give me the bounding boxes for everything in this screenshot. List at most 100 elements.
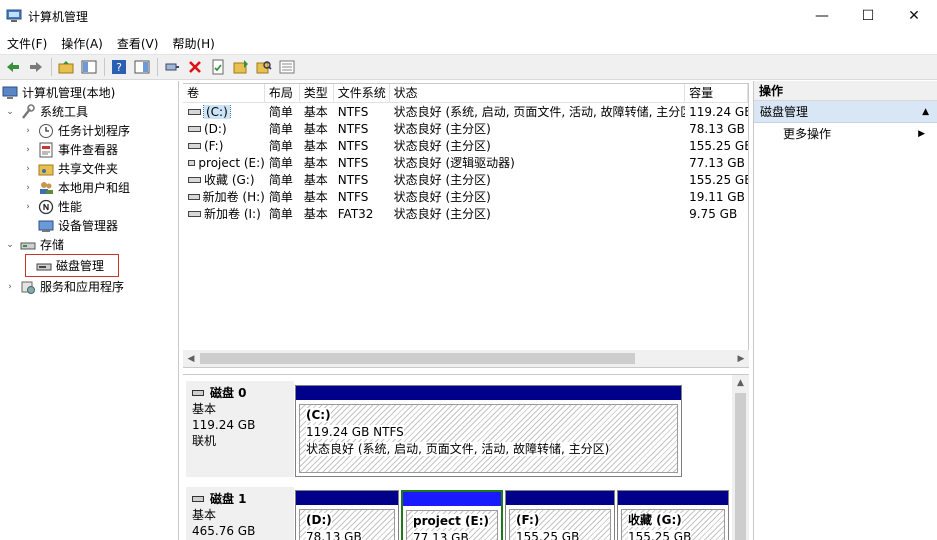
up-folder-icon[interactable]	[55, 56, 77, 78]
maximize-button[interactable]: ☐	[845, 0, 891, 32]
column-header-layout[interactable]: 布局	[265, 84, 300, 102]
partition-d[interactable]: (D:) 78.13 GB NTFS	[295, 490, 399, 540]
volume-capacity: 119.24 GB	[689, 104, 748, 119]
partition-c[interactable]: (C:) 119.24 GB NTFS 状态良好 (系统, 启动, 页面文件, …	[295, 385, 682, 477]
menu-help[interactable]: 帮助(H)	[165, 35, 221, 52]
volume-list: 卷 布局 类型 文件系统 状态 容量 (C:) 简单 基本 NTFS 状态良好 …	[183, 83, 749, 368]
vertical-scrollbar[interactable]: ▲	[732, 375, 749, 540]
performance-icon	[38, 199, 54, 215]
volume-filesystem: NTFS	[337, 121, 369, 136]
table-row[interactable]: 新加卷 (H:) 简单 基本 NTFS 状态良好 (主分区) 19.11 GB	[183, 188, 748, 205]
disk-1-label[interactable]: 磁盘 1 基本 465.76 GB	[186, 487, 294, 540]
search-folder-icon[interactable]	[253, 56, 275, 78]
table-row[interactable]: (C:) 简单 基本 NTFS 状态良好 (系统, 启动, 页面文件, 活动, …	[183, 103, 748, 120]
column-header-type[interactable]: 类型	[300, 84, 334, 102]
tree-item-storage[interactable]: ⌄ 存储	[0, 235, 178, 254]
menu-bar: 文件(F) 操作(A) 查看(V) 帮助(H)	[0, 32, 937, 54]
chevron-right-icon[interactable]: ›	[22, 201, 34, 213]
column-header-volume[interactable]: 卷	[183, 84, 265, 102]
volume-type: 基本	[303, 139, 328, 153]
scrollbar-thumb[interactable]	[200, 353, 635, 364]
scroll-up-icon[interactable]: ▲	[732, 375, 749, 391]
more-actions-label: 更多操作	[783, 127, 832, 141]
partition-body: project (E:) 77.13 GB NTFS	[406, 510, 498, 540]
volume-type: 基本	[303, 207, 328, 221]
help-icon[interactable]: ?	[108, 56, 130, 78]
scroll-left-icon[interactable]: ◀	[183, 350, 199, 367]
tree-item-label: 设备管理器	[58, 219, 119, 233]
table-row[interactable]: (D:) 简单 基本 NTFS 状态良好 (主分区) 78.13 GB	[183, 120, 748, 137]
list-view-icon[interactable]	[276, 56, 298, 78]
tree-item-performance[interactable]: › 性能	[0, 197, 178, 216]
scrollbar-thumb[interactable]	[735, 393, 746, 540]
column-header-status[interactable]: 状态	[390, 84, 686, 102]
drive-icon	[188, 108, 201, 115]
partition-size: 155.25 GB NTFS	[516, 530, 580, 540]
tree-item-root[interactable]: 计算机管理(本地)	[0, 83, 178, 102]
table-row[interactable]: 新加卷 (I:) 简单 基本 FAT32 状态良好 (主分区) 9.75 GB	[183, 205, 748, 222]
tree-item-shared-folders[interactable]: › 共享文件夹	[0, 159, 178, 178]
chevron-right-icon[interactable]: ›	[22, 125, 34, 137]
volume-filesystem: NTFS	[337, 155, 369, 170]
tree-item-task-scheduler[interactable]: › 任务计划程序	[0, 121, 178, 140]
chevron-right-icon[interactable]: ›	[4, 281, 16, 293]
tree-item-device-manager[interactable]: 设备管理器	[0, 216, 178, 235]
chevron-right-icon[interactable]: ›	[22, 182, 34, 194]
partition-body: (D:) 78.13 GB NTFS	[299, 509, 395, 540]
disk-0-label[interactable]: 磁盘 0 基本 119.24 GB 联机	[186, 381, 294, 477]
tree-item-local-users[interactable]: › 本地用户和组	[0, 178, 178, 197]
partition-header	[506, 491, 614, 505]
table-row[interactable]: project (E:) 简单 基本 NTFS 状态良好 (逻辑驱动器) 77.…	[183, 154, 748, 171]
partition-f[interactable]: (F:) 155.25 GB NTFS	[505, 490, 615, 540]
delete-icon[interactable]	[184, 56, 206, 78]
chevron-right-icon[interactable]: ›	[22, 144, 34, 156]
table-row[interactable]: 收藏 (G:) 简单 基本 NTFS 状态良好 (主分区) 155.25 GB	[183, 171, 748, 188]
menu-file[interactable]: 文件(F)	[0, 35, 54, 52]
volume-capacity: 155.25 GB	[689, 172, 748, 187]
horizontal-scrollbar[interactable]: ◀ ▶	[183, 350, 749, 367]
forward-arrow-icon[interactable]	[25, 56, 47, 78]
scroll-right-icon[interactable]: ▶	[733, 350, 749, 367]
chevron-down-icon[interactable]: ⌄	[4, 106, 16, 118]
close-button[interactable]: ✕	[891, 0, 937, 32]
partition-e[interactable]: project (E:) 77.13 GB NTFS	[401, 490, 503, 540]
column-header-filesystem[interactable]: 文件系统	[334, 84, 390, 102]
menu-action[interactable]: 操作(A)	[54, 35, 110, 52]
disk-size: 119.24 GB	[192, 418, 256, 432]
volume-layout: 简单	[268, 207, 293, 221]
collapse-up-icon[interactable]: ▲	[922, 101, 929, 122]
table-row[interactable]: (F:) 简单 基本 NTFS 状态良好 (主分区) 155.25 GB	[183, 137, 748, 154]
drive-icon	[188, 159, 196, 166]
actions-section-disk-management[interactable]: 磁盘管理 ▲	[754, 101, 937, 123]
minimize-button[interactable]: —	[799, 0, 845, 32]
more-actions-item[interactable]: 更多操作 ▶	[754, 123, 937, 145]
column-header-capacity[interactable]: 容量	[685, 84, 748, 102]
volume-layout: 简单	[268, 190, 293, 204]
tree-item-disk-management[interactable]: 磁盘管理	[25, 254, 119, 277]
tree-item-label: 性能	[58, 200, 83, 214]
back-arrow-icon[interactable]	[2, 56, 24, 78]
connect-icon[interactable]	[161, 56, 183, 78]
tree-item-event-viewer[interactable]: › 事件查看器	[0, 140, 178, 159]
volume-name: 收藏 (G:)	[204, 173, 255, 187]
properties-icon[interactable]	[207, 56, 229, 78]
console-tree-icon[interactable]	[78, 56, 100, 78]
volume-capacity: 78.13 GB	[689, 121, 745, 136]
menu-view[interactable]: 查看(V)	[110, 35, 166, 52]
computer-icon	[2, 85, 18, 101]
partition-size: 77.13 GB NTFS	[413, 531, 469, 540]
volume-capacity: 19.11 GB	[689, 189, 745, 204]
refresh-folder-icon[interactable]	[230, 56, 252, 78]
drive-icon	[188, 176, 201, 183]
partition-g[interactable]: 收藏 (G:) 155.25 GB NTFS	[617, 490, 729, 540]
tree-item-services-apps[interactable]: › 服务和应用程序	[0, 277, 178, 296]
volume-layout: 简单	[268, 156, 293, 170]
chevron-down-icon[interactable]: ⌄	[4, 239, 16, 251]
tree-item-label: 共享文件夹	[58, 162, 119, 176]
chevron-right-icon[interactable]: ›	[22, 163, 34, 175]
window-title: 计算机管理	[28, 9, 89, 24]
show-hide-pane-icon[interactable]	[131, 56, 153, 78]
drive-icon	[188, 193, 200, 200]
partition-body: (C:) 119.24 GB NTFS 状态良好 (系统, 启动, 页面文件, …	[299, 404, 678, 473]
tree-item-system-tools[interactable]: ⌄ 系统工具	[0, 102, 178, 121]
